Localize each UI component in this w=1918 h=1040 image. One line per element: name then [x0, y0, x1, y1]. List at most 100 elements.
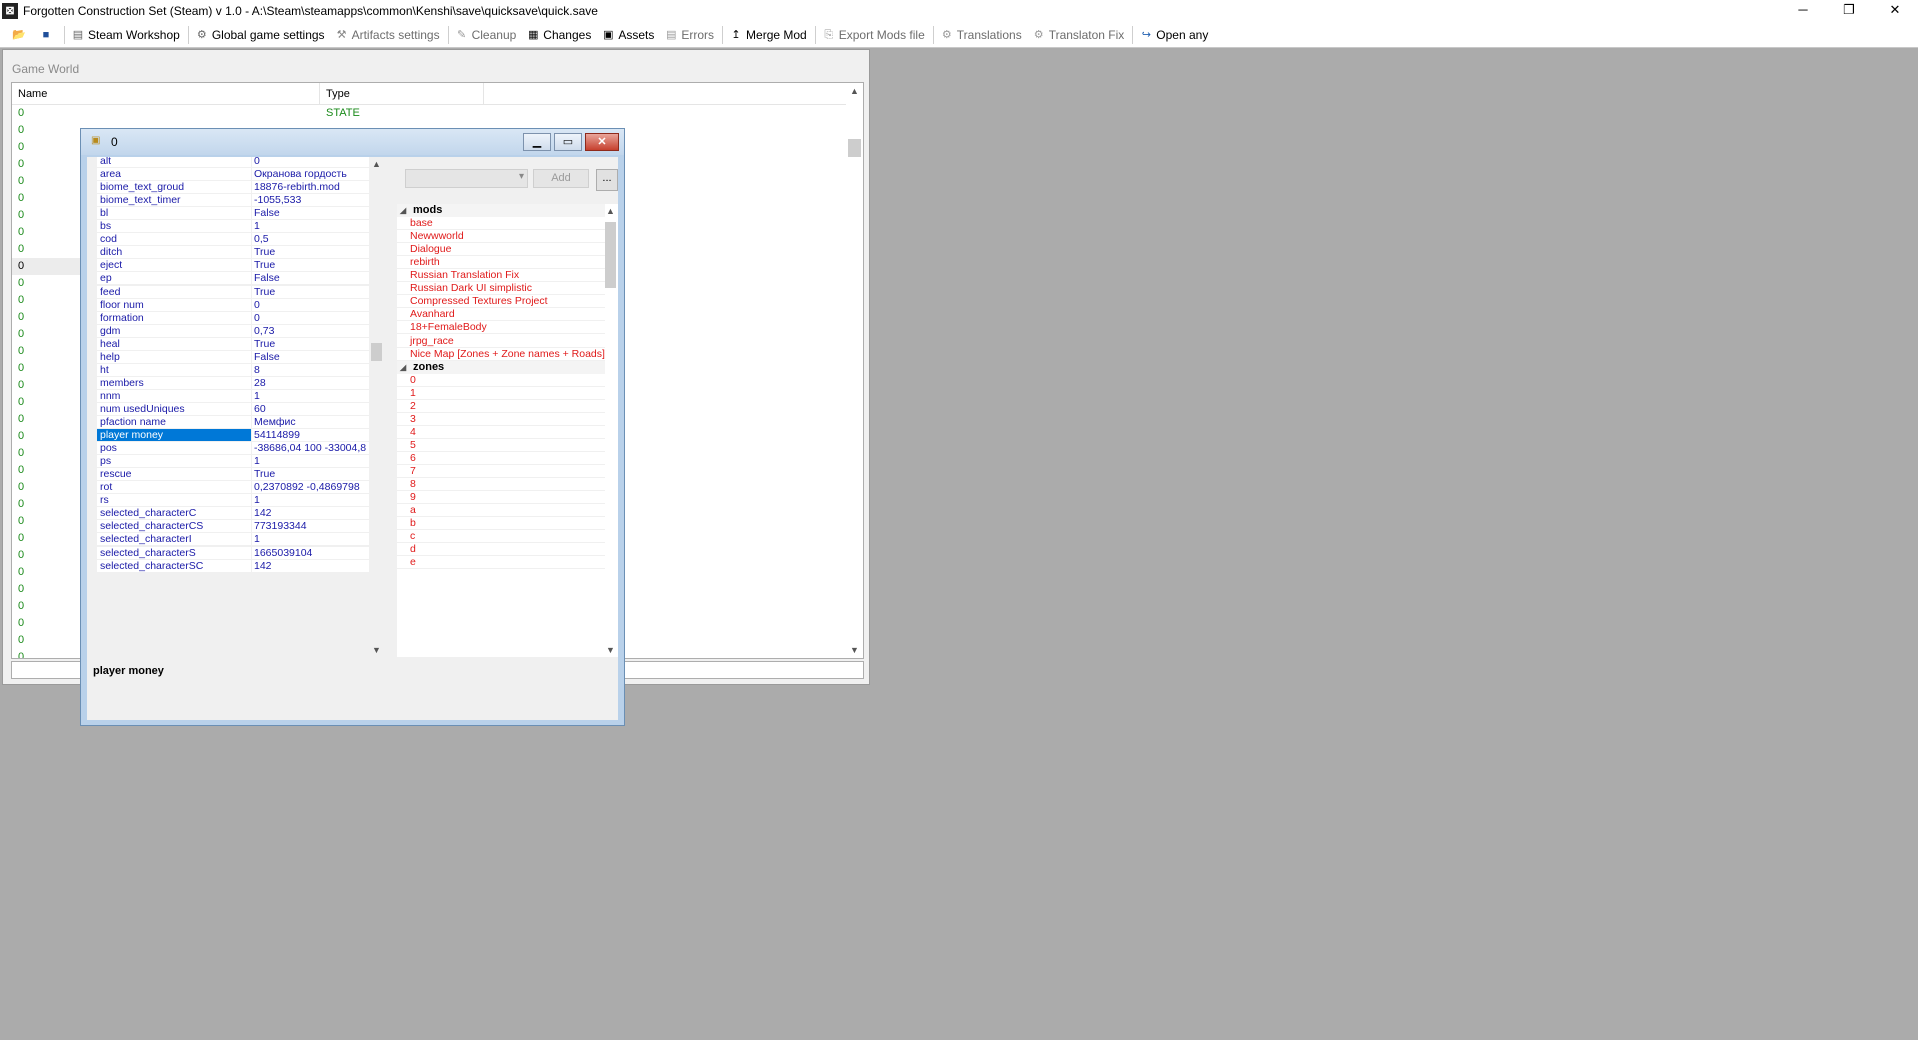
group-header-zones[interactable]: ◢ zones — [397, 360, 605, 374]
property-value[interactable]: -38686,04 100 -33004,8 — [252, 442, 369, 455]
list-item[interactable]: 7 — [397, 465, 605, 479]
property-row[interactable]: pfaction name Мемфис — [97, 416, 369, 430]
property-row[interactable]: alt 0 — [97, 157, 369, 169]
list-item[interactable]: Dialogue — [397, 243, 605, 257]
property-row[interactable]: eject True — [97, 259, 369, 273]
property-row[interactable]: selected_characterI 1 — [97, 533, 369, 547]
property-value[interactable]: 142 — [252, 559, 369, 572]
list-item[interactable]: 9 — [397, 491, 605, 505]
list-item[interactable]: Russian Dark UI simplistic — [397, 282, 605, 296]
steam-workshop-button[interactable]: ▤ Steam Workshop — [71, 28, 180, 42]
errors-button[interactable]: ▤ Errors — [664, 28, 714, 42]
property-value[interactable]: False — [252, 350, 369, 363]
property-value[interactable]: 1 — [252, 389, 369, 402]
reference-list[interactable]: ▲ ▼ ◢ mods base Newwworld Dialogue rebirth Rus… — [397, 204, 618, 657]
record-close-button[interactable]: ✕ — [585, 133, 619, 151]
property-value[interactable]: True — [252, 285, 369, 298]
property-row[interactable]: formation 0 — [97, 311, 369, 325]
list-item[interactable]: 0 — [397, 374, 605, 387]
property-row[interactable]: floor num 0 — [97, 298, 369, 312]
property-value[interactable]: 0,73 — [252, 324, 369, 337]
property-value[interactable]: False — [252, 207, 369, 220]
property-row[interactable]: area Окранова гордость — [97, 168, 369, 182]
list-item[interactable]: Nice Map [Zones + Zone names + Roads] — [397, 348, 605, 361]
more-button[interactable]: ... — [596, 169, 618, 191]
property-value[interactable]: True — [252, 246, 369, 259]
property-value[interactable]: 0,5 — [252, 233, 369, 246]
open-file-button[interactable]: 📂 — [12, 28, 29, 42]
property-value[interactable]: True — [252, 468, 369, 481]
property-row[interactable]: biome_text_timer -1055,533 — [97, 194, 369, 208]
list-item[interactable]: 18+FemaleBody — [397, 321, 605, 335]
translations-button[interactable]: ⚙ Translations — [940, 28, 1022, 42]
translation-fix-button[interactable]: ⚙ Translaton Fix — [1032, 28, 1125, 42]
list-item[interactable]: d — [397, 543, 605, 557]
changes-button[interactable]: ▦ Changes — [526, 28, 591, 42]
property-value[interactable]: True — [252, 259, 369, 272]
group-header-mods[interactable]: ◢ mods — [397, 204, 605, 218]
property-value[interactable]: 60 — [252, 402, 369, 415]
list-item[interactable]: c — [397, 530, 605, 544]
property-grid[interactable]: alt 0 area Окранова гордость biome_text_grou… — [97, 157, 377, 657]
list-item[interactable]: jrpg_race — [397, 335, 605, 348]
list-item[interactable]: Compressed Textures Project — [397, 295, 605, 309]
list-item[interactable]: 5 — [397, 439, 605, 452]
property-value[interactable]: 142 — [252, 507, 369, 520]
maximize-button[interactable]: ❐ — [1826, 0, 1872, 22]
collapse-icon[interactable]: ◢ — [397, 361, 413, 374]
property-row[interactable]: nnm 1 — [97, 389, 369, 403]
property-value[interactable]: 1665039104 — [252, 546, 369, 559]
open-any-button[interactable]: ↪ Open any — [1139, 28, 1209, 42]
collapse-icon[interactable]: ◢ — [397, 204, 413, 217]
property-value[interactable]: 1 — [252, 220, 369, 233]
property-row[interactable]: rescue True — [97, 468, 369, 482]
property-value[interactable]: 1 — [252, 455, 369, 468]
property-value[interactable]: 0 — [252, 298, 369, 311]
cleanup-button[interactable]: ✎ Cleanup — [455, 28, 516, 42]
scroll-up-icon[interactable]: ▲ — [603, 204, 618, 218]
property-row[interactable]: selected_characterSC 142 — [97, 559, 369, 573]
game-world-scrollbar[interactable]: ▲ ▼ — [846, 83, 863, 658]
list-item[interactable]: 3 — [397, 413, 605, 426]
assets-button[interactable]: ▣ Assets — [601, 28, 654, 42]
property-row[interactable]: ditch True — [97, 246, 369, 260]
property-row[interactable]: feed True — [97, 285, 369, 299]
property-row[interactable]: pos -38686,04 100 -33004,8 — [97, 442, 369, 456]
property-value[interactable]: 1 — [252, 494, 369, 507]
property-row[interactable]: gdm 0,73 — [97, 324, 369, 338]
scroll-down-icon[interactable]: ▼ — [603, 643, 618, 657]
record-window-titlebar[interactable]: ▣ 0 ▁ ▭ ✕ — [81, 129, 624, 155]
scrollbar-thumb[interactable] — [605, 222, 616, 288]
property-row[interactable]: members 28 — [97, 376, 369, 390]
property-value[interactable]: Мемфис — [252, 416, 369, 429]
list-item[interactable]: 8 — [397, 478, 605, 492]
property-row[interactable]: selected_characterC 142 — [97, 507, 369, 521]
property-row[interactable]: ht 8 — [97, 363, 369, 377]
scroll-up-icon[interactable]: ▲ — [369, 157, 384, 171]
property-row[interactable]: rot 0,2370892 -0,4869798 — [97, 481, 369, 495]
property-row[interactable]: player money 54114899 — [97, 429, 369, 443]
minimize-button[interactable]: ─ — [1780, 0, 1826, 22]
list-item[interactable]: rebirth — [397, 256, 605, 270]
merge-mod-button[interactable]: ↥ Merge Mod — [729, 28, 806, 42]
scrollbar-thumb[interactable] — [848, 139, 861, 157]
list-item[interactable]: e — [397, 556, 605, 570]
property-value[interactable]: True — [252, 337, 369, 350]
property-value[interactable]: 0 — [252, 157, 369, 168]
property-value[interactable]: -1055,533 — [252, 194, 369, 207]
property-value[interactable]: 8 — [252, 363, 369, 376]
column-header-type[interactable]: Type — [320, 83, 484, 105]
property-row[interactable]: biome_text_groud 18876-rebirth.mod — [97, 181, 369, 195]
property-value[interactable]: False — [252, 272, 369, 285]
list-item[interactable]: 2 — [397, 400, 605, 413]
column-header-name[interactable]: Name — [12, 83, 320, 105]
property-row[interactable]: cod 0,5 — [97, 233, 369, 247]
property-value[interactable]: 773193344 — [252, 520, 369, 533]
property-value[interactable]: 54114899 — [252, 429, 369, 442]
record-minimize-button[interactable]: ▁ — [523, 133, 551, 151]
list-item[interactable]: b — [397, 517, 605, 531]
property-row[interactable]: heal True — [97, 337, 369, 351]
property-row[interactable]: bs 1 — [97, 220, 369, 234]
record-maximize-button[interactable]: ▭ — [554, 133, 582, 151]
property-value[interactable]: 18876-rebirth.mod — [252, 181, 369, 194]
